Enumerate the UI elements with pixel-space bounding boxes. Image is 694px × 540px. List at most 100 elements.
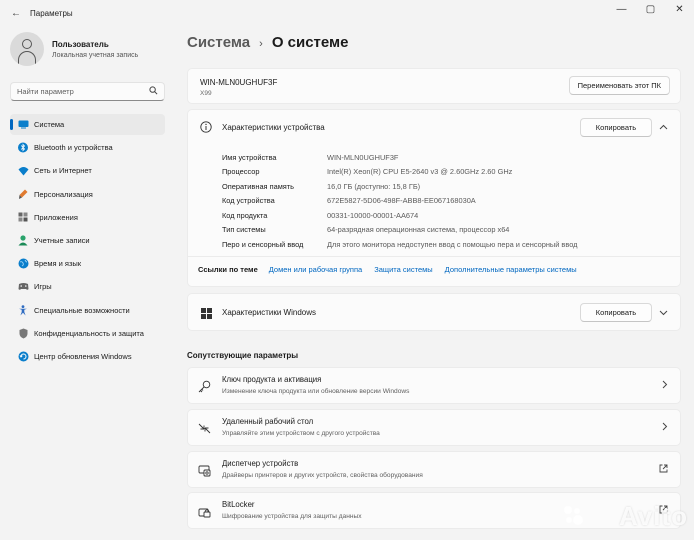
paint-icon: [17, 188, 29, 200]
related-item-title: Удаленный рабочий стол: [222, 417, 314, 426]
related-item-product-key[interactable]: Ключ продукта и активация Изменение ключ…: [187, 367, 681, 404]
sidebar-item-label: Персонализация: [34, 189, 93, 199]
spec-key: Имя устройства: [222, 152, 277, 162]
spec-value: 64-разрядная операционная система, проце…: [327, 225, 510, 235]
sidebar-item-label: Игры: [34, 282, 52, 292]
pc-model: X99: [200, 90, 212, 97]
related-item-remote-desktop[interactable]: Удаленный рабочий стол Управляйте этим у…: [187, 409, 681, 446]
windows-specs-title: Характеристики Windows: [222, 308, 316, 317]
device-specs-card: Характеристики устройства Копировать Имя…: [187, 109, 681, 287]
sidebar-item-system[interactable]: Система: [10, 114, 165, 135]
sidebar-item-windows-update[interactable]: Центр обновления Windows: [10, 346, 165, 367]
user-name: Пользователь: [52, 39, 109, 49]
copy-windows-specs-button[interactable]: Копировать: [580, 303, 652, 322]
related-links: Ссылки по теме Домен или рабочая группа …: [188, 256, 680, 282]
key-icon: [198, 380, 211, 393]
info-icon: [200, 121, 212, 133]
spec-key: Перо и сенсорный ввод: [222, 239, 304, 249]
minimize-button[interactable]: —: [607, 0, 636, 22]
sidebar-item-bluetooth[interactable]: Bluetooth и устройства: [10, 137, 165, 158]
chevron-right-icon: ›: [259, 38, 263, 50]
device-name-card: WIN-MLN0UGHUF3F X99 Переименовать этот П…: [187, 68, 681, 104]
sidebar-item-gaming[interactable]: Игры: [10, 276, 165, 297]
breadcrumb: Система › О системе: [187, 34, 348, 51]
related-links-title: Ссылки по теме: [198, 265, 258, 274]
related-item-bitlocker[interactable]: BitLocker Шифрование устройства для защи…: [187, 492, 681, 529]
sidebar-item-accessibility[interactable]: Специальные возможности: [10, 300, 165, 321]
sidebar-item-label: Специальные возможности: [34, 305, 130, 315]
spec-row: Код устройства 672E5827-5D06-498F-ABB8-EE…: [222, 194, 577, 209]
windows-logo-icon: [200, 307, 212, 319]
sidebar-item-label: Bluetooth и устройства: [34, 143, 113, 153]
apps-icon: [17, 211, 29, 223]
spec-row: Процессор Intel(R) Xeon(R) CPU E5-2640 v3…: [222, 165, 577, 180]
device-specs-list: Имя устройства WIN-MLN0UGHUF3F Процессор I…: [222, 150, 577, 252]
external-link-icon: [659, 464, 668, 475]
globe-icon: [17, 258, 29, 270]
related-item-subtitle: Шифрование устройства для защиты данных: [222, 513, 362, 520]
link-domain-workgroup[interactable]: Домен или рабочая группа: [269, 265, 362, 274]
pc-name: WIN-MLN0UGHUF3F: [200, 78, 278, 87]
avatar: [10, 32, 44, 66]
remote-desktop-icon: [198, 422, 211, 435]
title-bar: ← Параметры: [0, 0, 694, 26]
sidebar-item-label: Конфиденциальность и защита: [34, 328, 144, 338]
spec-key: Процессор: [222, 167, 260, 177]
device-specs-title: Характеристики устройства: [222, 123, 325, 132]
sidebar-item-personalization[interactable]: Персонализация: [10, 184, 165, 205]
sidebar-item-label: Центр обновления Windows: [34, 351, 132, 361]
spec-value: 16,0 ГБ (доступно: 15,8 ГБ): [327, 181, 421, 191]
network-icon: [17, 165, 29, 177]
bluetooth-icon: [17, 142, 29, 154]
watermark: Avito: [618, 501, 688, 531]
sidebar-item-label: Время и язык: [34, 259, 82, 269]
spec-row: Перо и сенсорный ввод Для этого монитора …: [222, 237, 577, 252]
search-input[interactable]: Найти параметр: [10, 82, 165, 101]
spec-value: WIN-MLN0UGHUF3F: [327, 152, 399, 162]
sidebar-item-label: Система: [34, 120, 65, 129]
related-item-device-manager[interactable]: Диспетчер устройств Драйверы принтеров и…: [187, 451, 681, 488]
sidebar-item-apps[interactable]: Приложения: [10, 207, 165, 228]
copy-device-specs-button[interactable]: Копировать: [580, 118, 652, 137]
system-icon: [17, 119, 29, 131]
sidebar-item-accounts[interactable]: Учетные записи: [10, 230, 165, 251]
watermark-logo-icon: [564, 506, 583, 525]
accessibility-icon: [17, 304, 29, 316]
spec-key: Код продукта: [222, 210, 268, 220]
chevron-right-icon: [662, 422, 668, 433]
spec-key: Оперативная память: [222, 181, 295, 191]
spec-key: Код устройства: [222, 196, 275, 206]
chevron-down-icon[interactable]: [659, 308, 668, 318]
link-advanced-system-settings[interactable]: Дополнительные параметры системы: [445, 265, 577, 274]
sidebar-item-time-language[interactable]: Время и язык: [10, 253, 165, 274]
rename-pc-button[interactable]: Переименовать этот ПК: [568, 76, 670, 95]
maximize-button[interactable]: ▢: [636, 0, 665, 22]
bitlocker-icon: [198, 505, 211, 518]
related-settings-header: Сопутствующие параметры: [187, 351, 299, 360]
spec-row: Имя устройства WIN-MLN0UGHUF3F: [222, 150, 577, 165]
spec-value: Для этого монитора недоступен ввод с пом…: [327, 239, 578, 249]
sidebar-item-label: Приложения: [34, 212, 78, 222]
breadcrumb-parent[interactable]: Система: [187, 34, 250, 51]
page-title: О системе: [271, 34, 349, 51]
related-item-subtitle: Управляйте этим устройством с другого ус…: [222, 430, 380, 437]
back-arrow-icon[interactable]: ←: [8, 8, 24, 19]
link-system-protection[interactable]: Защита системы: [374, 265, 432, 274]
user-profile[interactable]: Пользователь Локальная учетная запись: [10, 32, 138, 66]
window-controls: — ▢ ✕: [607, 0, 694, 22]
related-item-subtitle: Изменение ключа продукта или обновление …: [222, 388, 410, 395]
chevron-up-icon[interactable]: [659, 122, 668, 132]
spec-key: Тип системы: [222, 225, 266, 235]
spec-value: 672E5827-5D06-498F-ABB8-EE067168030A: [327, 196, 476, 206]
accounts-icon: [17, 234, 29, 246]
spec-row: Оперативная память 16,0 ГБ (доступно: 15,…: [222, 179, 577, 194]
gaming-icon: [17, 281, 29, 293]
close-button[interactable]: ✕: [665, 0, 694, 22]
window-title: Параметры: [30, 8, 73, 18]
sidebar-item-privacy[interactable]: Конфиденциальность и защита: [10, 323, 165, 344]
chevron-right-icon: [662, 380, 668, 391]
sidebar-item-label: Учетные записи: [34, 235, 90, 245]
windows-specs-card: Характеристики Windows Копировать: [187, 293, 681, 331]
spec-row: Тип системы 64-разрядная операционная сис…: [222, 223, 577, 238]
sidebar-item-network[interactable]: Сеть и Интернет: [10, 160, 165, 181]
